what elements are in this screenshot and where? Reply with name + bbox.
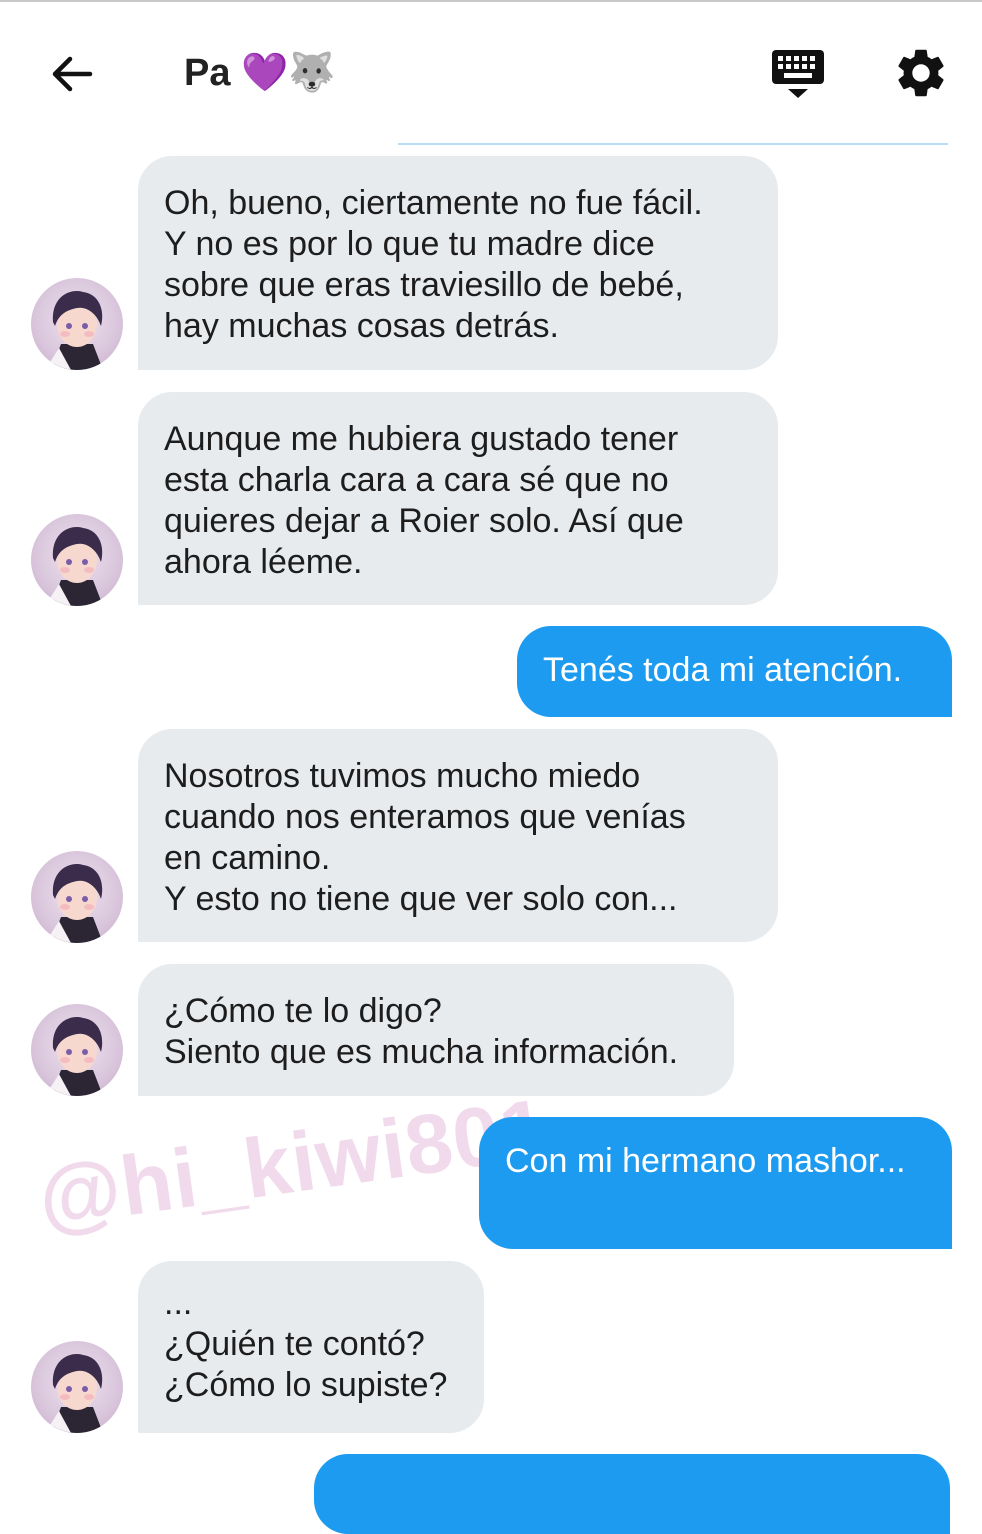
settings-button[interactable] [892, 44, 950, 102]
gear-icon [898, 49, 944, 97]
contact-avatar[interactable] [31, 278, 123, 370]
message-bubble-outgoing[interactable]: Tenés toda mi atención. [517, 626, 952, 717]
message-bubble-incoming[interactable]: Oh, bueno, ciertamente no fue fácil. Y n… [138, 156, 778, 370]
message-bubble-incoming[interactable]: ¿Cómo te lo digo? Siento que es mucha in… [138, 964, 734, 1096]
avatar-portrait [45, 1354, 103, 1433]
avatar-portrait [45, 864, 103, 943]
avatar-portrait [45, 527, 103, 606]
contact-avatar[interactable] [31, 1341, 123, 1433]
contact-name: Pa [184, 52, 231, 94]
message-bubble-incoming[interactable]: Aunque me hubiera gustado tener esta cha… [138, 392, 778, 605]
keyboard-button[interactable] [770, 46, 826, 102]
contact-avatar[interactable] [31, 514, 123, 606]
avatar-portrait [45, 291, 103, 370]
contact-avatar[interactable] [31, 851, 123, 943]
message-bubble-incoming[interactable]: Nosotros tuvimos mucho miedo cuando nos … [138, 729, 778, 942]
title-emoji: 💜🐺 [241, 52, 336, 94]
message-bubble-incoming[interactable]: ... ¿Quién te contó? ¿Cómo lo supiste? [138, 1261, 484, 1433]
avatar-portrait [45, 1017, 103, 1096]
message-bubble-outgoing[interactable]: Con mi hermano mashor... [479, 1117, 952, 1249]
back-button[interactable] [46, 48, 98, 100]
watermark: @hi_kiwi801 [32, 1080, 554, 1246]
keyboard-icon [772, 50, 824, 98]
arrow-left-icon [52, 56, 93, 92]
contact-avatar[interactable] [31, 1004, 123, 1096]
previous-message-edge [398, 143, 948, 145]
message-bubble-outgoing[interactable] [314, 1454, 950, 1534]
conversation-title[interactable]: Pa 💜🐺 [184, 48, 336, 98]
chat-header: Pa 💜🐺 [0, 0, 982, 140]
